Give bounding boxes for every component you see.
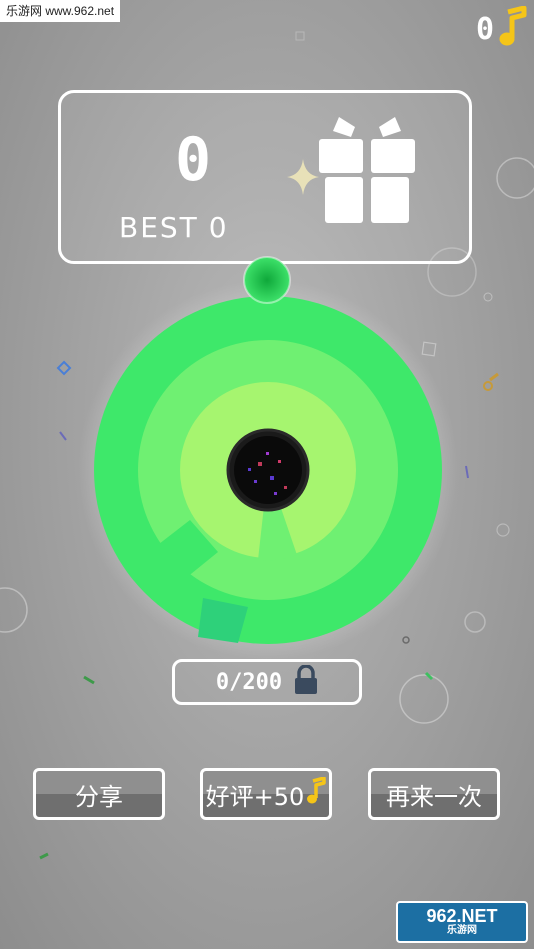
- site-logo-watermark: 962.NET 乐游网: [396, 901, 528, 943]
- unlock-progress: 0/200: [172, 659, 362, 705]
- play-again-label: 再来一次: [386, 782, 482, 811]
- lock-icon: [294, 664, 318, 699]
- share-button-label: 分享: [75, 782, 123, 811]
- play-again-button[interactable]: 再来一次: [368, 768, 500, 820]
- review-button-content: 好评+50: [205, 776, 327, 812]
- logo-subtext: 乐游网: [447, 925, 477, 936]
- review-button-label: 好评+50: [205, 782, 305, 811]
- progress-text: 0/200: [215, 669, 283, 695]
- share-button[interactable]: 分享: [33, 768, 165, 820]
- logo-text: 962.NET: [426, 906, 498, 926]
- review-bonus-button[interactable]: 好评+50: [200, 768, 332, 820]
- player-ball: [243, 256, 291, 304]
- music-note-icon: [306, 776, 327, 811]
